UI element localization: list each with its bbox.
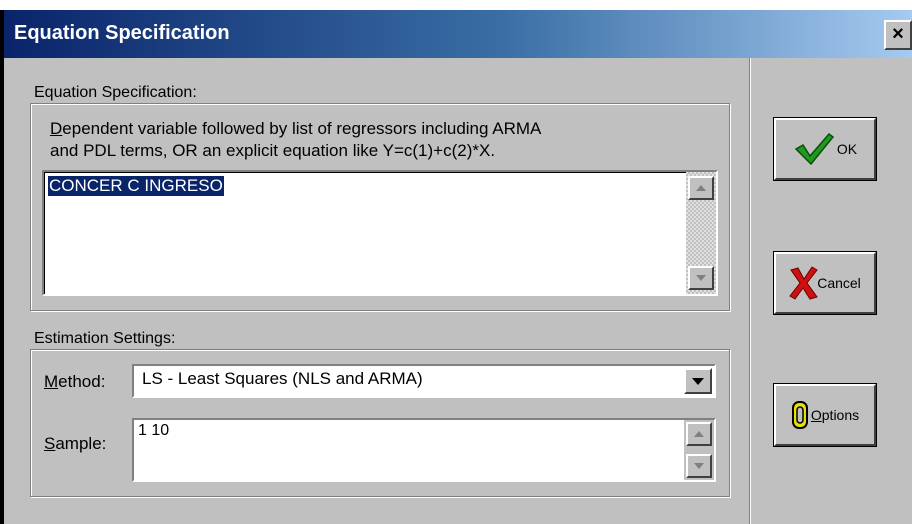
options-icon [791,401,808,429]
close-icon: × [892,23,904,45]
window-title: Equation Specification [14,22,230,44]
cancel-label: Cancel [817,275,861,291]
method-mnemonic: M [44,372,59,391]
options-label-text: ptions [821,407,860,423]
sample-value[interactable]: 1 10 [138,422,169,440]
instructions-line2: and PDL terms, OR an explicit equation l… [50,141,496,160]
sample-scroll-down-button[interactable] [686,454,712,478]
estimation-group-label: Estimation Settings: [34,330,176,347]
cancel-button[interactable]: Cancel [773,251,877,315]
sample-label: Sample: [44,434,106,454]
method-label-text: ethod: [58,372,106,391]
options-label: Options [811,407,859,423]
equation-scrollbar[interactable] [686,172,716,294]
close-button[interactable]: × [884,20,912,50]
title-bar[interactable]: Equation Specification × [4,10,912,58]
ok-label: OK [836,141,858,157]
method-value: LS - Least Squares (NLS and ARMA) [142,369,423,388]
arrow-down-icon [694,463,704,469]
chevron-down-icon [692,377,704,385]
sample-scrollbar[interactable] [684,420,714,480]
instructions-line1: ependent variable followed by list of re… [62,119,542,138]
options-mnemonic: O [810,407,822,423]
method-label: Method: [44,372,105,392]
sample-scroll-up-button[interactable] [686,422,712,446]
equation-specification-dialog: Equation Specification × Equation Specif… [0,10,912,524]
equation-group-label: Equation Specification: [34,84,197,101]
arrow-up-icon [694,431,704,437]
equation-instructions: Dependent variable followed by list of r… [50,118,710,162]
method-dropdown-button[interactable] [684,368,712,394]
checkmark-icon [794,132,834,166]
arrow-up-icon [696,185,706,191]
equation-text[interactable]: CONCER C INGRESO [48,176,224,196]
instructions-mnemonic: D [50,119,63,138]
panel-divider [749,58,751,524]
sample-mnemonic: S [44,434,56,453]
sample-input[interactable]: 1 10 [132,418,716,482]
x-mark-icon [789,266,819,300]
arrow-down-icon [696,275,706,281]
sample-label-text: ample: [55,434,107,453]
options-button[interactable]: Options [773,383,877,447]
equation-input[interactable]: CONCER C INGRESO [42,170,718,296]
scroll-down-button[interactable] [688,266,714,290]
method-select[interactable]: LS - Least Squares (NLS and ARMA) [132,364,716,398]
ok-button[interactable]: OK [773,117,877,181]
scroll-up-button[interactable] [688,176,714,200]
